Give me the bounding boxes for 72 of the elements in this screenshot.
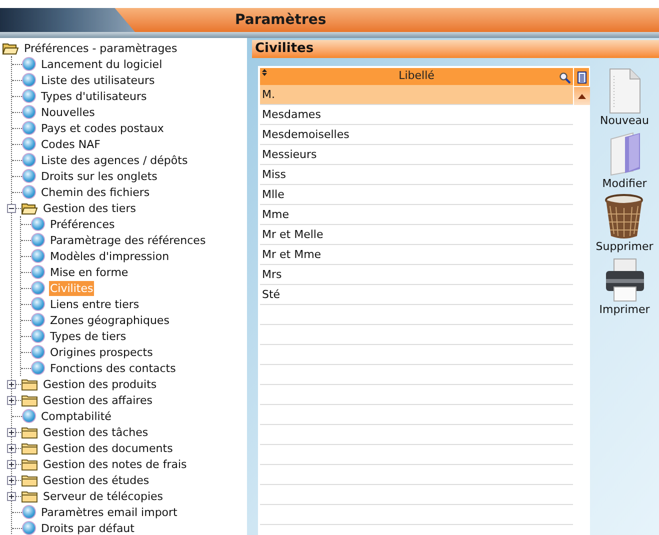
tree-item[interactable]: Fonctions des contacts: [49, 360, 177, 376]
tree-item[interactable]: Chemin des fichiers: [40, 184, 151, 200]
collapse-icon[interactable]: [7, 204, 16, 212]
toolbar-button[interactable]: Imprimer: [599, 257, 650, 316]
sort-icon[interactable]: [262, 69, 267, 76]
tree-item[interactable]: Gestion des notes de frais: [42, 456, 188, 472]
tree-item[interactable]: Gestion des études: [42, 472, 150, 488]
column-chooser-icon[interactable]: [574, 68, 589, 86]
tree-item[interactable]: Gestion des tiers: [42, 200, 137, 216]
tree-item[interactable]: Paramètrage des références: [49, 232, 207, 248]
expand-icon[interactable]: [7, 396, 16, 404]
document-icon: [607, 68, 642, 114]
tree-item[interactable]: Modèles d'impression: [49, 248, 170, 264]
folder-icon: [21, 458, 38, 470]
folder-icon: [21, 442, 38, 454]
tree-item[interactable]: Liste des utilisateurs: [40, 72, 156, 88]
table-row[interactable]: Mme: [260, 204, 573, 224]
table-row[interactable]: Miss: [260, 164, 573, 184]
folder-icon: [21, 378, 38, 390]
tree-item[interactable]: Paramètres email import: [40, 504, 178, 520]
trash-bin-icon: [604, 194, 644, 240]
tree-item[interactable]: Gestion des tâches: [42, 424, 150, 440]
tree-item[interactable]: Liens entre tiers: [49, 296, 140, 312]
tree-item[interactable]: Comptabilité: [40, 408, 112, 424]
table-row[interactable]: Mr et Melle: [260, 224, 573, 244]
tree-item[interactable]: Préférences - paramètrages: [23, 40, 178, 56]
window-title: Paramètres: [235, 10, 326, 30]
tree-item[interactable]: Pays et codes postaux: [40, 120, 165, 136]
folder-icon: [21, 426, 38, 438]
tree-item[interactable]: Gestion des affaires: [42, 392, 154, 408]
up-arrow-icon: [578, 94, 586, 98]
tree-item[interactable]: Lancement du logiciel: [40, 56, 164, 72]
expand-icon[interactable]: [7, 444, 16, 452]
expand-icon[interactable]: [7, 428, 16, 436]
table-row[interactable]: Mlle: [260, 184, 573, 204]
tree-item[interactable]: Types d'utilisateurs: [40, 88, 148, 104]
expand-icon[interactable]: [7, 380, 16, 388]
table-row[interactable]: Mesdemoiselles: [260, 124, 573, 144]
open-folder-icon: [21, 202, 38, 214]
tree-item[interactable]: Origines prospects: [49, 344, 154, 360]
tree-item[interactable]: Codes NAF: [40, 136, 102, 152]
tree-item[interactable]: Serveur de télécopies: [42, 488, 164, 504]
panel-title: Civilites: [252, 40, 659, 58]
folder-icon: [21, 394, 38, 406]
table-row[interactable]: Messieurs: [260, 144, 573, 164]
toolbar-button[interactable]: Modifier: [602, 131, 647, 190]
expand-icon[interactable]: [7, 476, 16, 484]
tree-item[interactable]: Types de tiers: [49, 328, 128, 344]
scroll-up-button[interactable]: [574, 87, 590, 105]
tree-item[interactable]: Gestion des produits: [42, 376, 158, 392]
table-row[interactable]: Sté: [260, 284, 573, 304]
header-artwork-icon: [0, 8, 135, 32]
toolbar-button[interactable]: Nouveau: [600, 68, 649, 127]
table-row[interactable]: Mr et Mme: [260, 244, 573, 264]
tree-item[interactable]: Nouvelles: [40, 104, 96, 120]
tree-item[interactable]: Préférences: [49, 216, 116, 232]
tree-item[interactable]: Droits sur les onglets: [40, 168, 158, 184]
search-icon[interactable]: [559, 72, 571, 84]
column-header[interactable]: Libellé: [260, 68, 573, 84]
table-row[interactable]: M.: [260, 84, 573, 104]
expand-icon[interactable]: [7, 492, 16, 500]
table-row[interactable]: Mesdames: [260, 104, 573, 124]
tree-item[interactable]: Mise en forme: [49, 264, 130, 280]
table-row[interactable]: Mrs: [260, 264, 573, 284]
tree-item[interactable]: Zones géographiques: [49, 312, 170, 328]
folder-icon: [21, 490, 38, 502]
expand-icon[interactable]: [7, 460, 16, 468]
tree-item[interactable]: Droits par défaut: [40, 520, 136, 535]
folder-icon: [21, 474, 38, 486]
tree-item[interactable]: Gestion des documents: [42, 440, 174, 456]
toolbar-button[interactable]: Supprimer: [596, 194, 654, 253]
tree-item[interactable]: Liste des agences / dépôts: [40, 152, 189, 168]
